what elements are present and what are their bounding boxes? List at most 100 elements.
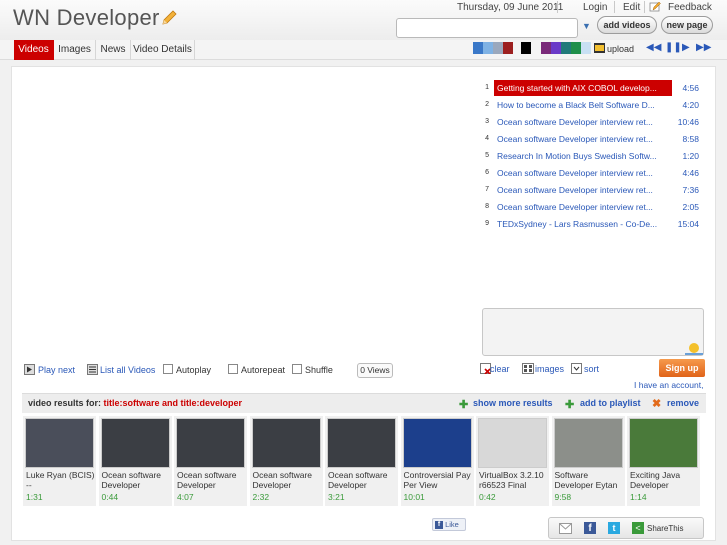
video-thumbnail[interactable] [25, 418, 94, 468]
images-link[interactable]: images [535, 364, 564, 374]
video-result-item[interactable]: VirtualBox 3.2.10 r66523 Final 0:42 [476, 416, 549, 506]
edit-link[interactable]: Edit [623, 2, 640, 13]
video-thumbnail[interactable] [629, 418, 698, 468]
video-result-item[interactable]: Ocean software Developer 0:44 [98, 416, 172, 506]
video-thumbnail[interactable] [478, 418, 547, 468]
have-account-link[interactable]: I have an account, lo [634, 380, 706, 390]
video-thumbnail[interactable] [176, 418, 245, 468]
list-all-videos-link[interactable]: List all Videos [100, 365, 155, 375]
clear-link[interactable]: clear [490, 364, 510, 374]
playlist-item-duration: 4:20 [682, 100, 699, 110]
video-result-item[interactable]: Ocean software Developer 4:07 [174, 416, 247, 506]
playlist-item[interactable]: 6 Ocean software Developer interview ret.… [480, 165, 705, 181]
shuffle-checkbox[interactable] [292, 364, 302, 374]
playlist-item-number: 6 [485, 169, 489, 176]
video-result-title[interactable]: Luke Ryan (BCIS) -- [26, 470, 96, 490]
facebook-share-icon[interactable]: f [584, 522, 596, 534]
playlist-item-title[interactable]: How to become a Black Belt Software D... [494, 97, 672, 113]
plus-icon: ✚ [565, 399, 575, 411]
tab-video-details[interactable]: Video Details [131, 40, 195, 60]
playlist-item[interactable]: 4 Ocean software Developer interview ret.… [480, 131, 705, 147]
images-icon [522, 363, 534, 377]
playlist-item[interactable]: 5 Research In Motion Buys Swedish Softw..… [480, 148, 705, 164]
sharethis-label[interactable]: ShareThis [647, 524, 683, 533]
color-swatch[interactable] [473, 42, 483, 54]
playlist-item-title[interactable]: Getting started with AIX COBOL develop..… [494, 80, 672, 96]
playlist-item[interactable]: 3 Ocean software Developer interview ret.… [480, 114, 705, 130]
color-swatch[interactable] [561, 42, 571, 54]
site-logo[interactable]: WN Developer [13, 5, 177, 32]
video-result-item[interactable]: Ocean software Developer 3:21 [325, 416, 398, 506]
playlist-item-title[interactable]: Ocean software Developer interview ret..… [494, 165, 672, 181]
tab-news[interactable]: News [96, 40, 131, 60]
tab-images[interactable]: Images [54, 40, 96, 60]
video-result-title[interactable]: Ocean software Developer [177, 470, 247, 490]
video-result-title[interactable]: Ocean software Developer [253, 470, 323, 490]
video-thumbnail[interactable] [251, 418, 321, 468]
video-result-item[interactable]: Software Developer Eytan 9:58 [551, 416, 625, 506]
color-swatch[interactable] [551, 42, 561, 54]
color-swatch[interactable] [503, 42, 513, 54]
color-swatch[interactable] [521, 42, 531, 54]
last-video-icon[interactable]: ▶▶ [696, 42, 711, 53]
tab-videos[interactable]: Videos [14, 40, 54, 60]
video-result-item[interactable]: Exciting Java Developer 1:14 [627, 416, 700, 506]
video-result-title[interactable]: Software Developer Eytan [555, 470, 625, 490]
feedback-link[interactable]: Feedback [668, 2, 712, 13]
sort-link[interactable]: sort [584, 364, 599, 374]
playlist-item[interactable]: 1 Getting started with AIX COBOL develop.… [480, 80, 705, 96]
color-swatch[interactable] [483, 42, 493, 54]
video-result-item[interactable]: Ocean software Developer 2:32 [249, 416, 323, 506]
current-date: Thursday, 09 June 2011 [457, 2, 564, 13]
video-player-area[interactable] [20, 75, 470, 355]
next-video-icon[interactable]: ▶ [682, 42, 690, 53]
video-result-item[interactable]: Luke Ryan (BCIS) -- 1:31 [23, 416, 96, 506]
video-result-title[interactable]: Controversial Pay Per View [404, 470, 474, 490]
autoplay-checkbox[interactable] [163, 364, 173, 374]
video-result-title[interactable]: Ocean software Developer [328, 470, 398, 490]
playlist-item-title[interactable]: Ocean software Developer interview ret..… [494, 199, 672, 215]
playlist-item[interactable]: 8 Ocean software Developer interview ret.… [480, 199, 705, 215]
remove-link[interactable]: remove [667, 398, 699, 408]
video-thumbnail[interactable] [402, 418, 472, 468]
autorepeat-checkbox[interactable] [228, 364, 238, 374]
sharethis-icon: < [632, 522, 644, 534]
video-thumbnail[interactable] [553, 418, 623, 468]
first-video-icon[interactable]: ◀◀ [646, 42, 661, 53]
email-icon[interactable] [559, 523, 572, 537]
facebook-like-button[interactable]: f Like [432, 518, 466, 531]
video-thumbnail[interactable] [327, 418, 396, 468]
playlist-item-title[interactable]: TEDxSydney - Lars Rasmussen - Co-De... [494, 216, 672, 232]
show-more-results-link[interactable]: show more results [473, 398, 553, 408]
color-swatch[interactable] [581, 42, 591, 54]
playlist-item[interactable]: 9 TEDxSydney - Lars Rasmussen - Co-De... 1… [480, 216, 705, 232]
video-result-title[interactable]: Exciting Java Developer [630, 470, 700, 490]
playlist-item-title[interactable]: Research In Motion Buys Swedish Softw... [494, 148, 672, 164]
play-next-link[interactable]: Play next [38, 365, 75, 375]
playlist-item-title[interactable]: Ocean software Developer interview ret..… [494, 131, 672, 147]
remove-icon: ✖ [652, 398, 662, 410]
color-swatch[interactable] [571, 42, 581, 54]
pause-icon[interactable]: ❚❚ [665, 42, 682, 53]
twitter-icon[interactable]: t [608, 522, 620, 534]
like-label: Like [445, 520, 459, 529]
search-input[interactable] [396, 18, 578, 38]
upload-link[interactable]: upload [607, 44, 634, 54]
playlist-item[interactable]: 7 Ocean software Developer interview ret.… [480, 182, 705, 198]
sign-up-button[interactable]: Sign up [659, 359, 705, 377]
chat-box[interactable] [482, 308, 704, 356]
login-link[interactable]: Login [583, 2, 607, 13]
video-result-item[interactable]: Controversial Pay Per View 10:01 [400, 416, 474, 506]
playlist-item-title[interactable]: Ocean software Developer interview ret..… [494, 182, 672, 198]
color-swatch[interactable] [493, 42, 503, 54]
video-result-title[interactable]: Ocean software Developer [102, 470, 172, 490]
new-page-button[interactable]: new page [661, 16, 713, 34]
video-thumbnail[interactable] [100, 418, 170, 468]
add-to-playlist-link[interactable]: add to playlist [580, 398, 641, 408]
video-result-title[interactable]: VirtualBox 3.2.10 r66523 Final [479, 470, 549, 490]
playlist-item[interactable]: 2 How to become a Black Belt Software D..… [480, 97, 705, 113]
search-dropdown-icon[interactable]: ▼ [582, 21, 591, 31]
add-videos-button[interactable]: add videos [597, 16, 657, 34]
playlist-item-title[interactable]: Ocean software Developer interview ret..… [494, 114, 672, 130]
color-swatch[interactable] [541, 42, 551, 54]
